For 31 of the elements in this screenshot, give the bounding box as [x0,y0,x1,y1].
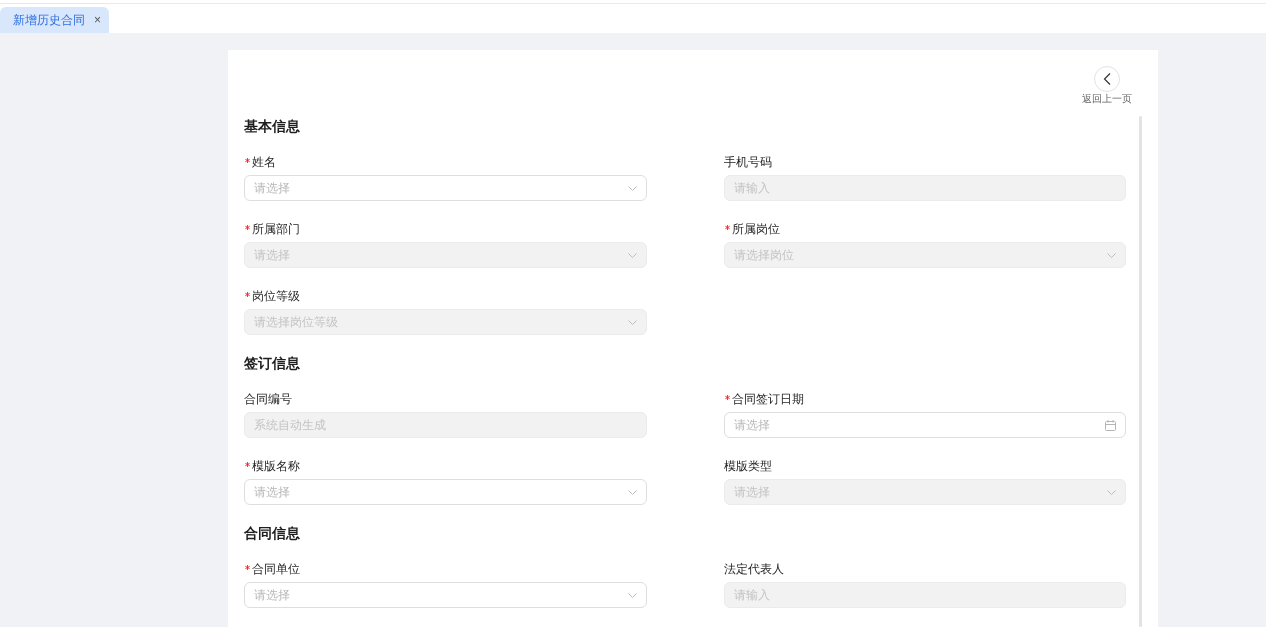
field-label: 模版类型 [723,458,772,475]
chevron-down-icon [1107,252,1116,258]
back-label: 返回上一页 [1082,93,1132,105]
chevron-left-icon [1103,73,1111,85]
back-button[interactable] [1094,66,1120,92]
chevron-down-icon [627,319,637,325]
select-field[interactable]: 请选择 [244,175,647,201]
section-title: 合同信息 [244,524,301,543]
field-label: 合同编号 [244,391,292,408]
close-button[interactable]: × [94,13,101,27]
field-label: 法定代表人 [723,561,784,578]
chevron-down-icon [1107,489,1116,495]
select-field[interactable]: 请选择 [244,582,647,608]
tab[interactable]: 新增历史合同 × [0,7,109,33]
field-label: 合同签订日期 [731,391,804,408]
field-label: 模版名称 [252,458,300,475]
chevron-down-icon [627,489,637,495]
select-field[interactable]: 请选择 [244,479,647,505]
chevron-down-icon [627,185,637,191]
field-label: 所属部门 [252,221,300,238]
section-title: 签订信息 [244,354,301,373]
section-title: 基本信息 [244,117,301,136]
field-label: 姓名 [252,154,276,171]
field-label: 岗位等级 [252,288,300,305]
chevron-down-icon [627,252,637,258]
field-label: 所属岗位 [731,221,780,238]
field-label: 合同单位 [252,561,300,578]
calendar-icon [1105,419,1116,431]
chevron-down-icon [627,592,637,598]
date-field[interactable]: 请选择 [723,412,1126,438]
field-label: 手机号码 [723,154,772,171]
